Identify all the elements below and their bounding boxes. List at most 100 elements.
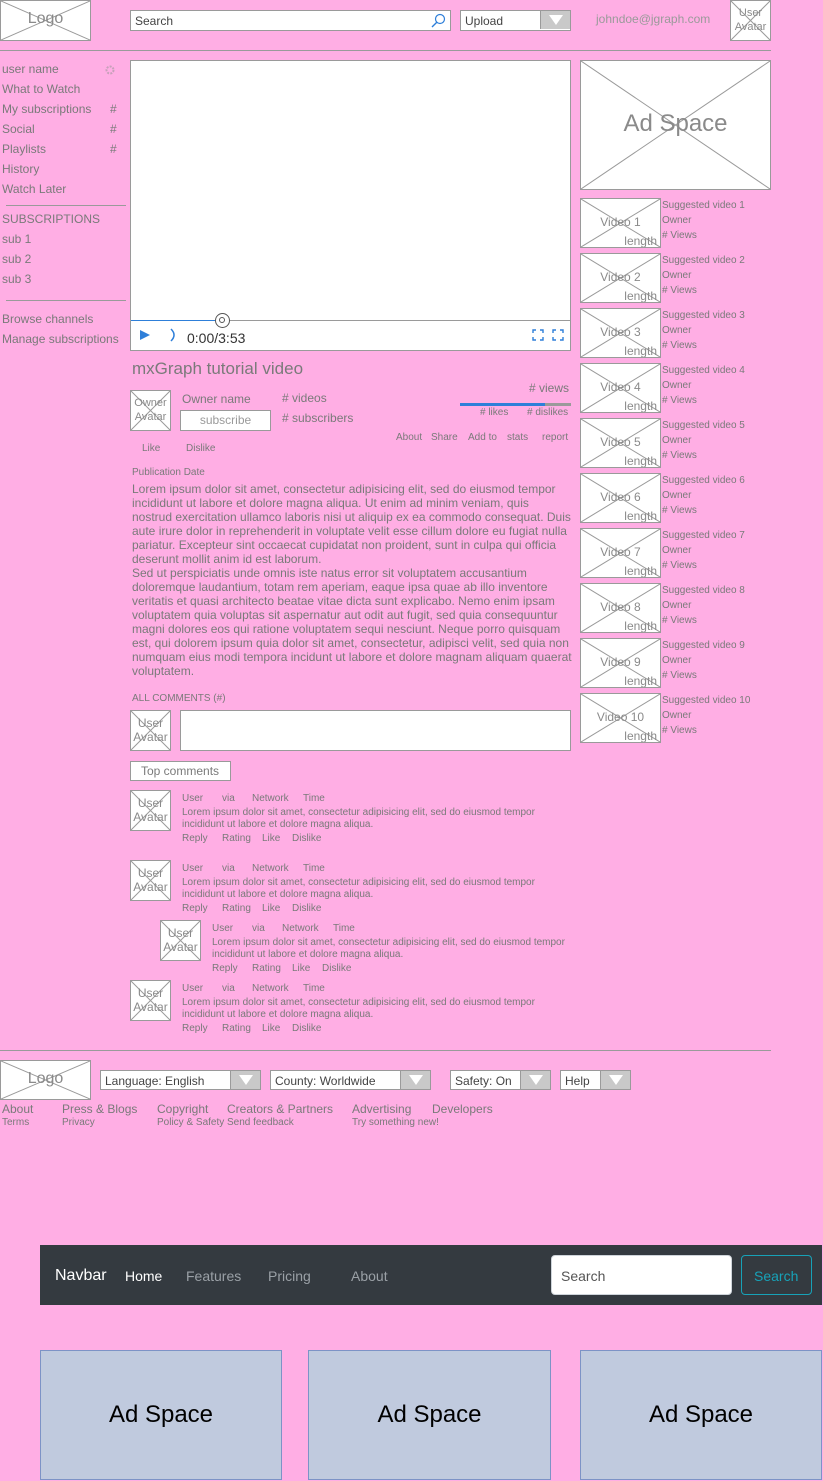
comment-meta[interactable]: User <box>212 923 233 934</box>
comment-action[interactable]: Like <box>292 963 310 974</box>
safety-select[interactable]: Safety: On <box>450 1070 551 1090</box>
comment-action[interactable]: Rating <box>222 833 251 844</box>
navbar-search-button[interactable]: Search <box>741 1255 812 1295</box>
comment-avatar[interactable]: User Avatar <box>130 860 171 901</box>
suggested-thumbnail[interactable]: Video 6 length <box>580 473 661 523</box>
comment-action[interactable]: Like <box>262 833 280 844</box>
user-email[interactable]: johndoe@jgraph.com <box>596 12 710 26</box>
search-input[interactable]: Search <box>130 10 451 31</box>
suggested-title[interactable]: Suggested video 4 <box>662 365 745 376</box>
suggested-thumbnail[interactable]: Video 3 length <box>580 308 661 358</box>
suggested-thumbnail[interactable]: Video 8 length <box>580 583 661 633</box>
sidebar-user-name[interactable]: user name <box>2 62 59 76</box>
comment-action[interactable]: Dislike <box>322 963 351 974</box>
play-icon[interactable] <box>139 329 151 341</box>
suggested-thumbnail[interactable]: Video 5 length <box>580 418 661 468</box>
comment-meta[interactable]: User <box>182 983 203 994</box>
suggested-title[interactable]: Suggested video 9 <box>662 640 745 651</box>
navbar-brand[interactable]: Navbar <box>55 1267 107 1285</box>
suggested-thumbnail[interactable]: Video 1 length <box>580 198 661 248</box>
video-tab[interactable]: About <box>396 432 422 443</box>
video-tab[interactable]: stats <box>507 432 528 443</box>
comment-meta[interactable]: User <box>182 793 203 804</box>
footer-link-developers[interactable]: Developers <box>432 1102 493 1116</box>
comment-avatar[interactable]: User Avatar <box>130 980 171 1021</box>
sidebar-item-subscription[interactable]: sub 3 <box>2 272 31 286</box>
comment-action[interactable]: Like <box>262 903 280 914</box>
comment-action[interactable]: Reply <box>182 903 208 914</box>
suggested-owner[interactable]: Owner <box>662 215 691 226</box>
suggested-title[interactable]: Suggested video 6 <box>662 475 745 486</box>
like-button[interactable]: Like <box>142 443 160 454</box>
search-icon[interactable] <box>430 13 446 29</box>
comment-action[interactable]: Reply <box>182 1023 208 1034</box>
nav-item-features[interactable]: Features <box>186 1268 241 1284</box>
ad-space-right[interactable]: Ad Space <box>580 60 771 190</box>
expand-icon[interactable] <box>552 329 564 341</box>
subscribe-button[interactable]: subscribe <box>180 410 271 431</box>
comment-action[interactable]: Reply <box>212 963 238 974</box>
comment-action[interactable]: Dislike <box>292 903 321 914</box>
comment-avatar[interactable]: User Avatar <box>160 920 201 961</box>
owner-avatar[interactable]: Owner Avatar <box>130 390 171 431</box>
suggested-thumbnail[interactable]: Video 7 length <box>580 528 661 578</box>
sidebar-item[interactable]: Playlists <box>2 142 46 156</box>
comment-action[interactable]: Dislike <box>292 833 321 844</box>
suggested-thumbnail[interactable]: Video 2 length <box>580 253 661 303</box>
comment-meta[interactable]: User <box>182 863 203 874</box>
top-comments-button[interactable]: Top comments <box>130 761 231 781</box>
upload-dropdown[interactable]: Upload <box>460 10 571 31</box>
owner-name[interactable]: Owner name <box>182 392 251 406</box>
video-tab[interactable]: report <box>542 432 568 443</box>
sidebar-item-subscription[interactable]: sub 2 <box>2 252 31 266</box>
footer-link-feedback[interactable]: Send feedback <box>227 1117 294 1128</box>
sidebar-item-subscription[interactable]: sub 1 <box>2 232 31 246</box>
sidebar-item[interactable]: Social <box>2 122 35 136</box>
manage-subscriptions-link[interactable]: Manage subscriptions <box>2 332 119 346</box>
sidebar-item[interactable]: History <box>2 162 39 176</box>
comment-user-avatar[interactable]: User Avatar <box>130 710 171 751</box>
video-player[interactable]: 0:00/3:53 <box>130 60 571 351</box>
navbar-search-input[interactable]: Search <box>551 1255 732 1295</box>
comment-action[interactable]: Dislike <box>292 1023 321 1034</box>
user-avatar[interactable]: User Avatar <box>730 0 771 41</box>
suggested-title[interactable]: Suggested video 5 <box>662 420 745 431</box>
comment-action[interactable]: Rating <box>222 1023 251 1034</box>
footer-link-try-new[interactable]: Try something new! <box>352 1117 439 1128</box>
suggested-owner[interactable]: Owner <box>662 600 691 611</box>
suggested-title[interactable]: Suggested video 3 <box>662 310 745 321</box>
fullscreen-icon[interactable] <box>532 329 544 341</box>
comment-action[interactable]: Reply <box>182 833 208 844</box>
footer-link-policy[interactable]: Policy & Safety <box>157 1117 224 1128</box>
footer-logo[interactable]: Logo <box>0 1060 91 1100</box>
comment-action[interactable]: Like <box>262 1023 280 1034</box>
footer-link-advertising[interactable]: Advertising <box>352 1102 411 1116</box>
browse-channels-link[interactable]: Browse channels <box>2 312 93 326</box>
ad-space-2[interactable]: Ad Space <box>308 1350 551 1480</box>
nav-item-pricing[interactable]: Pricing <box>268 1268 311 1284</box>
suggested-owner[interactable]: Owner <box>662 710 691 721</box>
sidebar-item[interactable]: Watch Later <box>2 182 66 196</box>
logo[interactable]: Logo <box>0 0 91 41</box>
video-tab[interactable]: Add to <box>468 432 497 443</box>
suggested-thumbnail[interactable]: Video 9 length <box>580 638 661 688</box>
help-select[interactable]: Help <box>560 1070 631 1090</box>
comment-avatar[interactable]: User Avatar <box>130 790 171 831</box>
comment-action[interactable]: Rating <box>222 903 251 914</box>
comment-action[interactable]: Rating <box>252 963 281 974</box>
footer-link-press[interactable]: Press & Blogs <box>62 1102 137 1116</box>
footer-link-copyright[interactable]: Copyright <box>157 1102 208 1116</box>
ad-space-1[interactable]: Ad Space <box>40 1350 282 1480</box>
volume-icon[interactable] <box>169 327 179 343</box>
nav-item-home[interactable]: Home <box>125 1268 162 1284</box>
video-tab[interactable]: Share <box>431 432 458 443</box>
suggested-owner[interactable]: Owner <box>662 325 691 336</box>
suggested-owner[interactable]: Owner <box>662 435 691 446</box>
suggested-owner[interactable]: Owner <box>662 655 691 666</box>
language-select[interactable]: Language: English <box>100 1070 261 1090</box>
footer-link-terms[interactable]: Terms <box>2 1117 29 1128</box>
suggested-owner[interactable]: Owner <box>662 270 691 281</box>
footer-link-privacy[interactable]: Privacy <box>62 1117 95 1128</box>
suggested-title[interactable]: Suggested video 7 <box>662 530 745 541</box>
country-select[interactable]: County: Worldwide <box>270 1070 431 1090</box>
